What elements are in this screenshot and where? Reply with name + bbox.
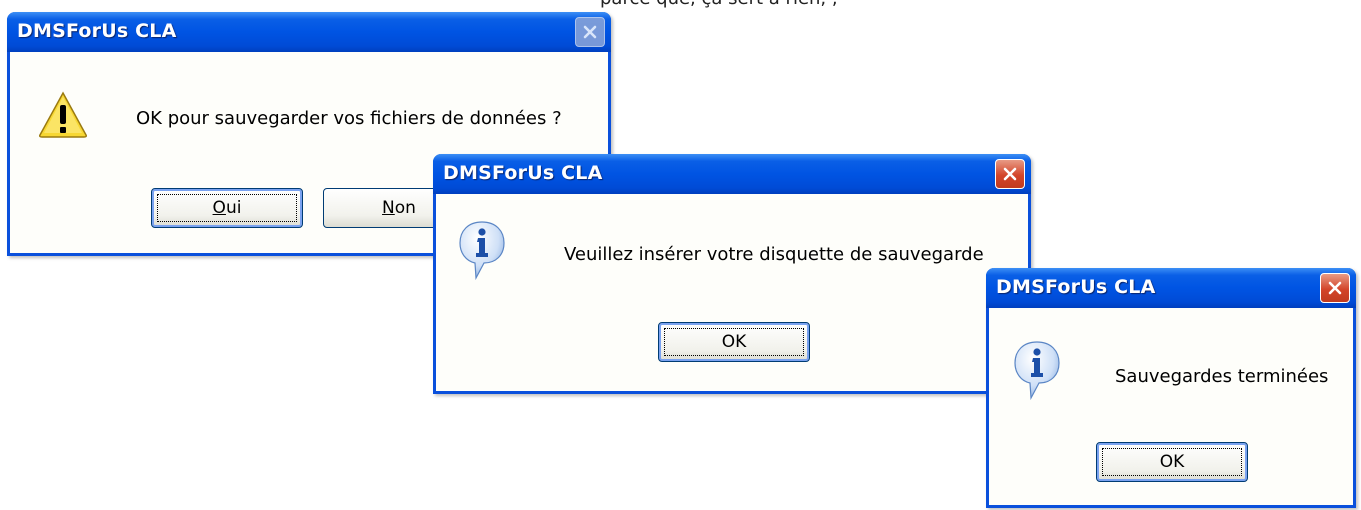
info-icon xyxy=(1014,341,1060,401)
dialog-message: Sauvegardes terminées xyxy=(1115,366,1329,387)
close-icon xyxy=(1328,281,1342,295)
dialog-title: DMSForUs CLA xyxy=(443,162,603,184)
ok-button[interactable]: OK xyxy=(658,322,810,362)
close-icon xyxy=(583,25,597,39)
warning-icon xyxy=(39,91,87,138)
ok-button-label: OK xyxy=(1159,452,1185,472)
info-icon xyxy=(459,221,505,281)
title-bar[interactable]: DMSForUs CLA xyxy=(986,268,1356,308)
background-text-fragment: parce que, ça sert à rien, ; xyxy=(600,0,1100,12)
yes-button-label: ui xyxy=(225,198,242,218)
dialog-message: Veuillez insérer votre disquette de sauv… xyxy=(564,244,984,265)
ok-button[interactable]: OK xyxy=(1096,442,1248,482)
yes-button[interactable]: Oui xyxy=(151,188,303,228)
close-button xyxy=(575,17,605,47)
no-button-label: on xyxy=(394,198,416,218)
title-bar[interactable]: DMSForUs CLA xyxy=(7,12,611,52)
dialog-title: DMSForUs CLA xyxy=(17,20,177,42)
no-button-accesskey: N xyxy=(382,198,395,218)
dialog-insert-disk: DMSForUs CLA Veuillez insérer votre disq… xyxy=(433,154,1031,394)
title-bar[interactable]: DMSForUs CLA xyxy=(433,154,1031,194)
close-button[interactable] xyxy=(1320,273,1350,303)
ok-button-label: OK xyxy=(721,332,747,352)
dialog-message: OK pour sauvegarder vos fichiers de donn… xyxy=(136,108,562,129)
close-button[interactable] xyxy=(995,159,1025,189)
dialog-title: DMSForUs CLA xyxy=(996,276,1156,298)
yes-button-accesskey: O xyxy=(212,198,226,218)
dialog-backup-done: DMSForUs CLA Sauvegardes terminées OK xyxy=(986,268,1356,508)
close-icon xyxy=(1003,167,1017,181)
